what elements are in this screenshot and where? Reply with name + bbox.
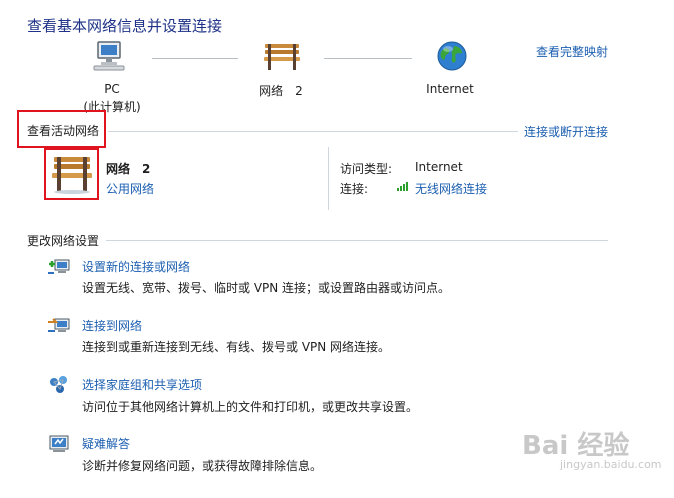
active-network-name: 网络 2 — [106, 162, 151, 176]
task-homegroup-link[interactable]: 选择家庭组和共享选项 — [82, 376, 202, 393]
map-connector-2 — [324, 58, 412, 59]
active-networks-divider — [108, 131, 518, 132]
active-networks-heading: 查看活动网络 — [27, 124, 100, 138]
view-full-map-link[interactable]: 查看完整映射 — [536, 43, 608, 60]
connections-label: 连接: — [340, 182, 369, 196]
change-settings-heading: 更改网络设置 — [27, 234, 100, 248]
task-setup-desc: 设置无线、宽带、拨号、临时或 VPN 连接；或设置路由器或访问点。 — [82, 281, 451, 295]
watermark-brand: Bai 经验 — [522, 431, 630, 461]
pc-label: PC — [104, 82, 120, 96]
wireless-signal-icon — [397, 182, 409, 192]
bench-icon-large[interactable] — [50, 154, 94, 194]
task-connect-link[interactable]: 连接到网络 — [82, 317, 142, 334]
computer-icon[interactable] — [92, 40, 126, 72]
access-type-label: 访问类型: — [340, 162, 393, 176]
connect-network-icon — [47, 316, 71, 336]
page-title: 查看基本网络信息并设置连接 — [27, 17, 223, 35]
watermark-url: jingyan.baidu.com — [560, 458, 662, 471]
task-setup-link[interactable]: 设置新的连接或网络 — [82, 258, 190, 275]
map-connector-1 — [152, 58, 238, 59]
active-vertical-divider — [328, 147, 329, 210]
task-homegroup-desc: 访问位于其他网络计算机上的文件和打印机，或更改共享设置。 — [82, 400, 419, 414]
change-settings-divider — [106, 240, 608, 241]
setup-connection-icon — [47, 257, 71, 277]
network-type-link[interactable]: 公用网络 — [106, 180, 154, 197]
access-type-value: Internet — [415, 160, 463, 174]
connect-disconnect-link[interactable]: 连接或断开连接 — [524, 123, 608, 140]
bench-icon[interactable] — [262, 42, 302, 72]
troubleshoot-icon — [47, 434, 71, 454]
network-label: 网络 2 — [259, 84, 303, 98]
wireless-connection-link[interactable]: 无线网络连接 — [415, 180, 487, 197]
homegroup-icon — [47, 375, 71, 395]
internet-label: Internet — [426, 82, 474, 96]
task-connect-desc: 连接到或重新连接到无线、有线、拨号或 VPN 网络连接。 — [82, 340, 391, 354]
task-troubleshoot-desc: 诊断并修复网络问题，或获得故障排除信息。 — [82, 459, 323, 473]
task-troubleshoot-link[interactable]: 疑难解答 — [82, 435, 130, 452]
globe-icon[interactable] — [436, 40, 468, 72]
